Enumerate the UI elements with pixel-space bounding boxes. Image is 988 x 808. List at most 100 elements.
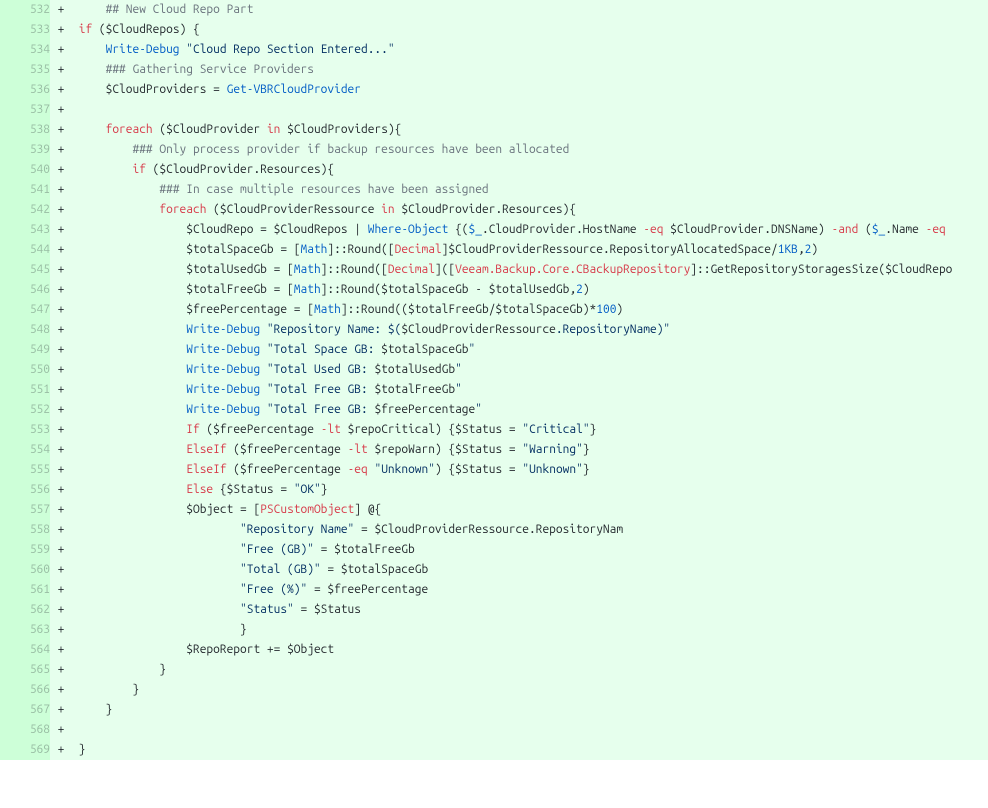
code-cell[interactable]: } xyxy=(72,660,988,680)
code-cell[interactable]: "Repository Name" = $CloudProviderRessou… xyxy=(72,520,988,540)
code-cell[interactable]: $freePercentage = [Math]::Round(($totalF… xyxy=(72,300,988,320)
code-token: = [ xyxy=(274,243,301,256)
code-token: ## New Cloud Repo Part xyxy=(106,3,254,16)
code-token xyxy=(72,243,186,256)
code-cell[interactable]: $totalSpaceGb = [Math]::Round([Decimal]$… xyxy=(72,240,988,260)
line-number[interactable]: 561 xyxy=(0,580,50,600)
code-token: $Status xyxy=(455,423,502,436)
line-number[interactable]: 547 xyxy=(0,300,50,320)
code-cell[interactable]: $CloudProviders = Get-VBRCloudProvider xyxy=(72,80,988,100)
code-token: ) { xyxy=(435,443,455,456)
line-number[interactable]: 563 xyxy=(0,620,50,640)
line-number[interactable]: 546 xyxy=(0,280,50,300)
line-number[interactable]: 535 xyxy=(0,60,50,80)
line-number[interactable]: 532 xyxy=(0,0,50,20)
line-number[interactable]: 564 xyxy=(0,640,50,660)
code-token: -eq xyxy=(643,223,663,236)
code-cell[interactable]: Write-Debug "Total Free GB: $freePercent… xyxy=(72,400,988,420)
code-cell[interactable]: Write-Debug "Total Space GB: $totalSpace… xyxy=(72,340,988,360)
line-number[interactable]: 539 xyxy=(0,140,50,160)
line-number[interactable]: 559 xyxy=(0,540,50,560)
code-token: $Status xyxy=(455,443,502,456)
code-token xyxy=(341,463,348,476)
code-token: $totalUsedGb xyxy=(186,263,267,276)
line-number[interactable]: 566 xyxy=(0,680,50,700)
line-number[interactable]: 568 xyxy=(0,720,50,740)
code-cell[interactable]: } xyxy=(72,740,988,760)
line-number[interactable]: 560 xyxy=(0,560,50,580)
code-cell[interactable]: Write-Debug "Cloud Repo Section Entered.… xyxy=(72,40,988,60)
code-cell[interactable]: } xyxy=(72,620,988,640)
code-cell[interactable]: foreach ($CloudProvider in $CloudProvide… xyxy=(72,120,988,140)
code-cell[interactable]: If ($freePercentage -lt $repoCritical) {… xyxy=(72,420,988,440)
line-number[interactable]: 551 xyxy=(0,380,50,400)
code-cell[interactable]: "Status" = $Status xyxy=(72,600,988,620)
code-token xyxy=(72,263,186,276)
code-cell[interactable]: ### Gathering Service Providers xyxy=(72,60,988,80)
code-token: $totalUsedGb xyxy=(374,363,455,376)
code-token xyxy=(72,423,186,436)
code-cell[interactable]: Else {$Status = "OK"} xyxy=(72,480,988,500)
line-number[interactable]: 569 xyxy=(0,740,50,760)
code-cell[interactable]: $totalUsedGb = [Math]::Round([Decimal]([… xyxy=(72,260,988,280)
code-cell[interactable]: ## New Cloud Repo Part xyxy=(72,0,988,20)
line-number[interactable]: 537 xyxy=(0,100,50,120)
line-number[interactable]: 548 xyxy=(0,320,50,340)
line-number[interactable]: 552 xyxy=(0,400,50,420)
code-token xyxy=(72,523,240,536)
line-number[interactable]: 567 xyxy=(0,700,50,720)
code-token: .DNSName) xyxy=(764,223,831,236)
code-cell[interactable] xyxy=(72,100,988,120)
line-number[interactable]: 553 xyxy=(0,420,50,440)
code-token: } xyxy=(72,663,166,676)
code-cell[interactable]: ### In case multiple resources have been… xyxy=(72,180,988,200)
code-cell[interactable]: } xyxy=(72,680,988,700)
line-number[interactable]: 540 xyxy=(0,160,50,180)
line-number[interactable]: 541 xyxy=(0,180,50,200)
line-number[interactable]: 554 xyxy=(0,440,50,460)
line-number[interactable]: 545 xyxy=(0,260,50,280)
line-number[interactable]: 543 xyxy=(0,220,50,240)
line-number[interactable]: 556 xyxy=(0,480,50,500)
code-cell[interactable]: ElseIf ($freePercentage -lt $repoWarn) {… xyxy=(72,440,988,460)
line-number[interactable]: 550 xyxy=(0,360,50,380)
code-cell[interactable]: if ($CloudProvider.Resources){ xyxy=(72,160,988,180)
line-number[interactable]: 544 xyxy=(0,240,50,260)
code-cell[interactable] xyxy=(72,720,988,740)
diff-row: 545+ $totalUsedGb = [Math]::Round([Decim… xyxy=(0,260,988,280)
line-number[interactable]: 533 xyxy=(0,20,50,40)
line-number[interactable]: 558 xyxy=(0,520,50,540)
code-cell[interactable]: $Object = [PSCustomObject] @{ xyxy=(72,500,988,520)
code-token: ) xyxy=(583,283,590,296)
code-cell[interactable]: if ($CloudRepos) { xyxy=(72,20,988,40)
code-token xyxy=(72,463,186,476)
code-cell[interactable]: ### Only process provider if backup reso… xyxy=(72,140,988,160)
code-token: -lt xyxy=(348,443,368,456)
line-number[interactable]: 536 xyxy=(0,80,50,100)
code-cell[interactable]: $totalFreeGb = [Math]::Round($totalSpace… xyxy=(72,280,988,300)
code-cell[interactable]: Write-Debug "Total Used GB: $totalUsedGb… xyxy=(72,360,988,380)
code-cell[interactable]: "Total (GB)" = $totalSpaceGb xyxy=(72,560,988,580)
code-token: } xyxy=(583,443,590,456)
code-cell[interactable]: Write-Debug "Total Free GB: $totalFreeGb… xyxy=(72,380,988,400)
code-cell[interactable]: foreach ($CloudProviderRessource in $Clo… xyxy=(72,200,988,220)
line-number[interactable]: 555 xyxy=(0,460,50,480)
line-number[interactable]: 542 xyxy=(0,200,50,220)
code-cell[interactable]: $RepoReport += $Object xyxy=(72,640,988,660)
line-number[interactable]: 565 xyxy=(0,660,50,680)
code-cell[interactable]: Write-Debug "Repository Name: $($CloudPr… xyxy=(72,320,988,340)
line-number[interactable]: 534 xyxy=(0,40,50,60)
code-cell[interactable]: "Free (GB)" = $totalFreeGb xyxy=(72,540,988,560)
code-cell[interactable]: } xyxy=(72,700,988,720)
code-token: ) xyxy=(811,243,818,256)
diff-marker: + xyxy=(50,380,72,400)
diff-row: 544+ $totalSpaceGb = [Math]::Round([Deci… xyxy=(0,240,988,260)
line-number[interactable]: 549 xyxy=(0,340,50,360)
code-token: $Object xyxy=(186,503,233,516)
line-number[interactable]: 538 xyxy=(0,120,50,140)
code-cell[interactable]: "Free (%)" = $freePercentage xyxy=(72,580,988,600)
code-cell[interactable]: $CloudRepo = $CloudRepos | Where-Object … xyxy=(72,220,988,240)
code-cell[interactable]: ElseIf ($freePercentage -eq "Unknown") {… xyxy=(72,460,988,480)
line-number[interactable]: 562 xyxy=(0,600,50,620)
line-number[interactable]: 557 xyxy=(0,500,50,520)
